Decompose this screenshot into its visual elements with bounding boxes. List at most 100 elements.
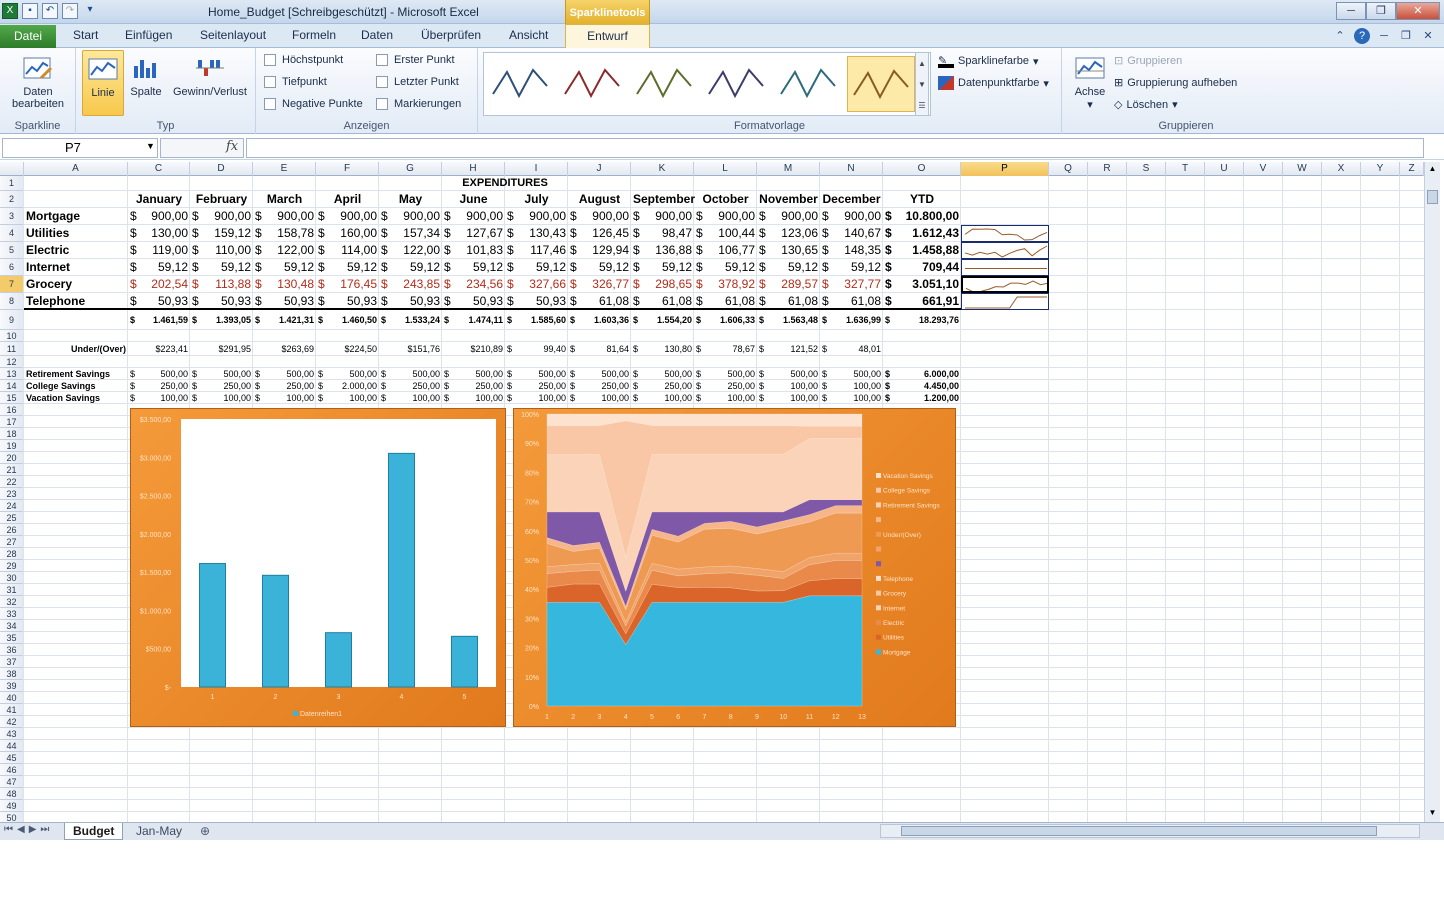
total-cell[interactable]: $1.421,31 <box>255 310 314 330</box>
row-header-20[interactable]: 20 <box>0 452 24 464</box>
vertical-scroll-thumb[interactable] <box>1427 190 1438 204</box>
expense-cell[interactable]: $157,34 <box>381 225 440 242</box>
under-over-cell[interactable]: $291,95 <box>192 342 251 356</box>
expense-cell[interactable]: $327,66 <box>507 276 566 293</box>
column-header-v[interactable]: V <box>1244 162 1283 176</box>
scroll-down-icon[interactable]: ▼ <box>1426 808 1439 820</box>
new-sheet-icon[interactable]: ⊕ <box>200 824 210 838</box>
expense-cell[interactable]: $59,12 <box>822 259 881 276</box>
row-header-37[interactable]: 37 <box>0 656 24 668</box>
row-header-8[interactable]: 8 <box>0 293 24 310</box>
under-over-cell[interactable]: $78,67 <box>696 342 755 356</box>
sparkline-style-option[interactable] <box>847 56 915 112</box>
total-cell[interactable]: $1.461,59 <box>130 310 188 330</box>
row-header-22[interactable]: 22 <box>0 476 24 488</box>
row-header-36[interactable]: 36 <box>0 644 24 656</box>
sparkline-cell[interactable] <box>961 293 1049 310</box>
markers-checkbox[interactable]: Markierungen <box>376 98 461 110</box>
row-header-1[interactable]: 1 <box>0 176 24 191</box>
savings-cell[interactable]: $500,00 <box>130 368 188 380</box>
row-header-47[interactable]: 47 <box>0 776 24 788</box>
column-header-p[interactable]: P <box>961 162 1049 176</box>
sheet-tab-jan-may[interactable]: Jan-May <box>128 823 190 840</box>
close-button[interactable]: ✕ <box>1396 2 1440 20</box>
expense-cell[interactable]: $160,00 <box>318 225 377 242</box>
savings-label[interactable]: Vacation Savings <box>26 392 126 404</box>
row-header-45[interactable]: 45 <box>0 752 24 764</box>
expense-cell[interactable]: $140,67 <box>822 225 881 242</box>
savings-cell[interactable]: $100,00 <box>130 392 188 404</box>
bar[interactable] <box>262 574 289 688</box>
sparkline-style-option[interactable] <box>775 56 843 112</box>
expense-cell[interactable]: $59,12 <box>381 259 440 276</box>
row-header-3[interactable]: 3 <box>0 208 24 225</box>
row-header-27[interactable]: 27 <box>0 536 24 548</box>
expense-cell[interactable]: $900,00 <box>759 208 818 225</box>
month-header[interactable]: December <box>822 191 881 208</box>
row-header-19[interactable]: 19 <box>0 440 24 452</box>
row-header-28[interactable]: 28 <box>0 548 24 560</box>
expense-cell[interactable]: $289,57 <box>759 276 818 293</box>
chevron-down-icon[interactable]: ▼ <box>146 141 155 151</box>
row-header-49[interactable]: 49 <box>0 800 24 812</box>
expense-cell[interactable]: $176,45 <box>318 276 377 293</box>
bar-chart[interactable]: $- $500,00 $1.000,00 $1.500,00 $2.000,00 $2.5… <box>130 408 506 727</box>
total-cell[interactable]: $1.554,20 <box>633 310 692 330</box>
savings-cell[interactable]: $500,00 <box>444 368 503 380</box>
total-cell[interactable]: $1.474,11 <box>444 310 503 330</box>
excel-icon[interactable]: X <box>2 3 18 19</box>
savings-cell[interactable]: $250,00 <box>570 380 629 392</box>
savings-cell[interactable]: $100,00 <box>192 392 251 404</box>
under-over-cell[interactable]: $263,69 <box>255 342 314 356</box>
under-over-cell[interactable]: $151,76 <box>381 342 440 356</box>
row-header-5[interactable]: 5 <box>0 242 24 259</box>
expense-cell[interactable]: $130,43 <box>507 225 566 242</box>
row-header-23[interactable]: 23 <box>0 488 24 500</box>
row-label[interactable]: Electric <box>26 242 126 259</box>
total-cell[interactable]: $1.636,99 <box>822 310 881 330</box>
clear-button[interactable]: ◇ Löschen ▾ <box>1114 98 1178 112</box>
min-workbook-icon[interactable]: ─ <box>1376 28 1392 44</box>
expense-cell[interactable]: $900,00 <box>696 208 755 225</box>
row-label[interactable]: Utilities <box>26 225 126 242</box>
low-point-checkbox[interactable]: Tiefpunkt <box>264 76 327 88</box>
column-header-n[interactable]: N <box>820 162 883 176</box>
gallery-scroll[interactable]: ▲ ▼ ☰ <box>915 52 929 116</box>
month-header[interactable]: August <box>570 191 629 208</box>
select-all-corner[interactable] <box>0 162 24 176</box>
row-header-21[interactable]: 21 <box>0 464 24 476</box>
expense-cell[interactable]: $59,12 <box>255 259 314 276</box>
expense-cell[interactable]: $98,47 <box>633 225 692 242</box>
savings-cell[interactable]: $500,00 <box>192 368 251 380</box>
expense-cell[interactable]: $59,12 <box>130 259 188 276</box>
total-cell[interactable]: $1.460,50 <box>318 310 377 330</box>
column-header-o[interactable]: O <box>883 162 961 176</box>
expense-cell[interactable]: $110,00 <box>192 242 251 259</box>
month-header[interactable]: March <box>255 191 314 208</box>
under-over-cell[interactable]: $81,64 <box>570 342 629 356</box>
savings-cell[interactable]: $100,00 <box>633 392 692 404</box>
column-header-t[interactable]: T <box>1166 162 1205 176</box>
ytd-cell[interactable]: $1.612,43 <box>885 225 959 242</box>
expense-cell[interactable]: $159,12 <box>192 225 251 242</box>
column-header-d[interactable]: D <box>190 162 253 176</box>
bar[interactable] <box>388 452 415 688</box>
expense-cell[interactable]: $59,12 <box>633 259 692 276</box>
savings-cell[interactable]: $250,00 <box>381 380 440 392</box>
expense-cell[interactable]: $130,48 <box>255 276 314 293</box>
savings-cell[interactable]: $500,00 <box>633 368 692 380</box>
expense-cell[interactable]: $59,12 <box>444 259 503 276</box>
sparkline-cell[interactable] <box>961 242 1049 259</box>
savings-cell[interactable]: $100,00 <box>759 380 818 392</box>
savings-ytd-cell[interactable]: $4.450,00 <box>885 380 959 392</box>
area-series[interactable] <box>546 595 863 707</box>
bar[interactable] <box>199 563 226 688</box>
savings-cell[interactable]: $250,00 <box>507 380 566 392</box>
savings-ytd-cell[interactable]: $6.000,00 <box>885 368 959 380</box>
row-header-9[interactable]: 9 <box>0 310 24 330</box>
savings-cell[interactable]: $100,00 <box>570 392 629 404</box>
ytd-cell[interactable]: $1.458,88 <box>885 242 959 259</box>
tab-review[interactable]: Überprüfen <box>421 28 481 42</box>
expense-cell[interactable]: $126,45 <box>570 225 629 242</box>
column-header-e[interactable]: E <box>253 162 316 176</box>
